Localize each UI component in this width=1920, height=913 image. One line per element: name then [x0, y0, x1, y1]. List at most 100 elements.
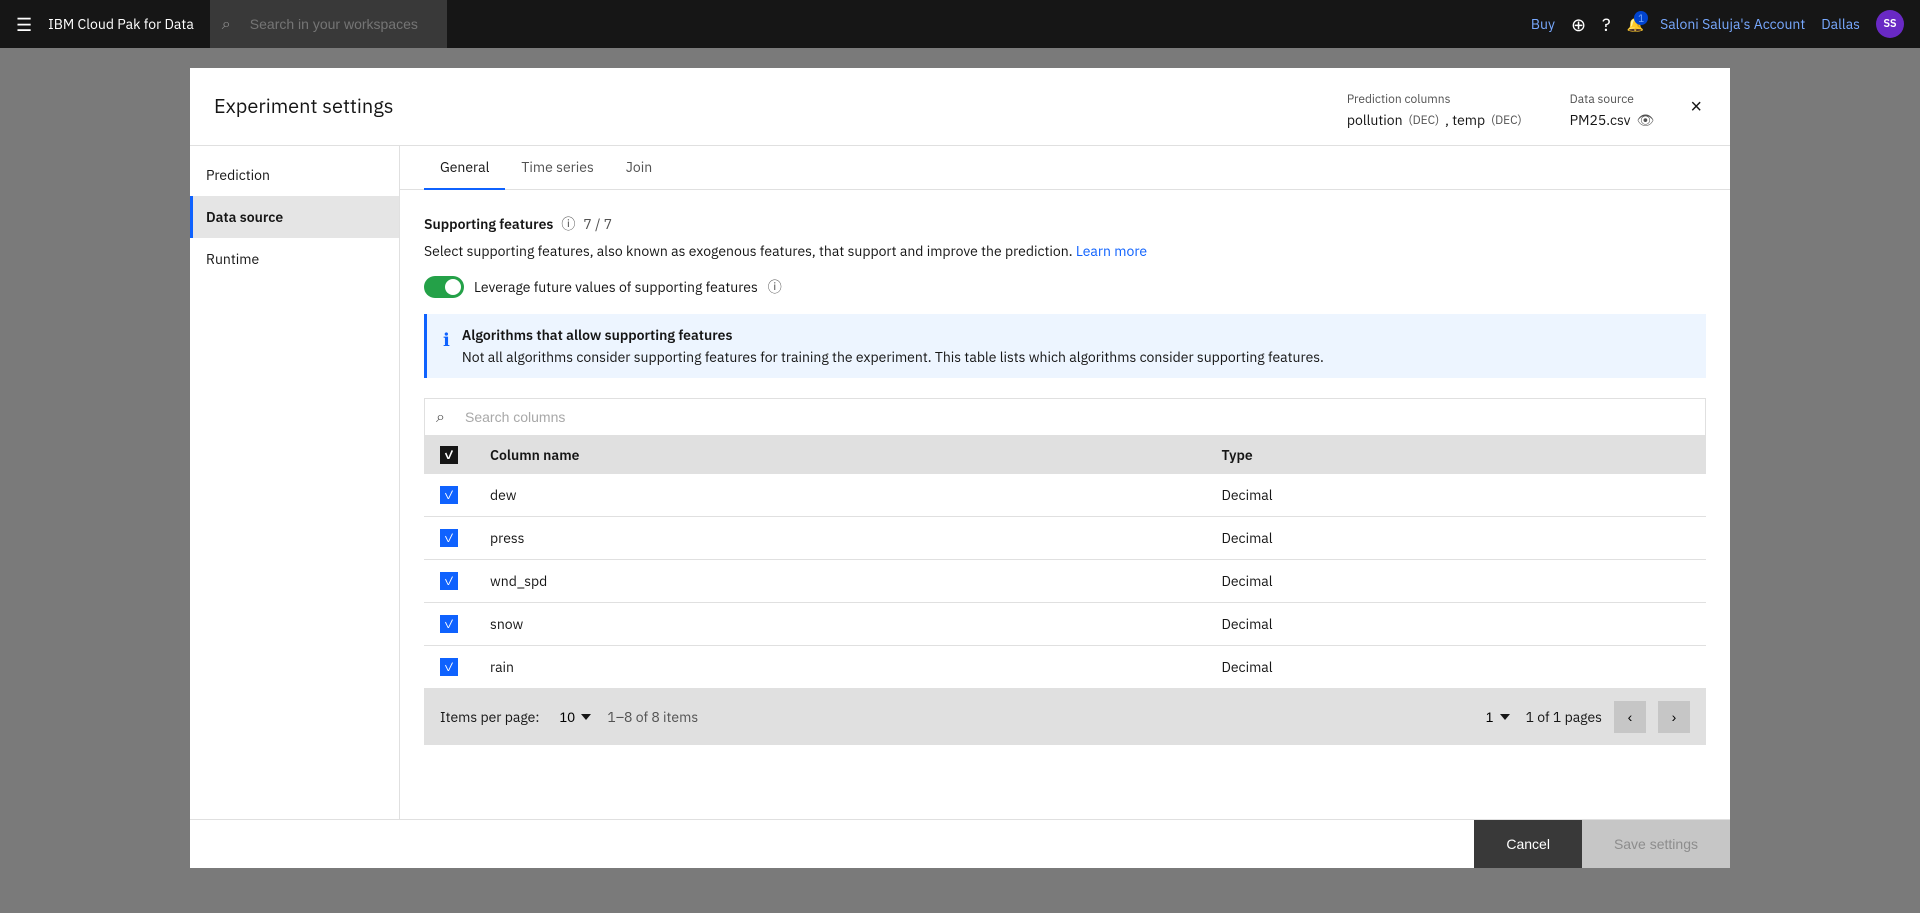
hamburger-menu[interactable]: ☰ — [16, 13, 32, 36]
row-check-4: ✓ — [444, 660, 455, 675]
items-per-page-label: Items per page: — [440, 708, 539, 726]
row-checkbox-4[interactable]: ✓ — [440, 658, 458, 676]
help-icon[interactable]: ? — [1602, 13, 1611, 36]
sidebar-item-data-source[interactable]: Data source — [190, 196, 399, 238]
table-header-select: ✓ — [424, 436, 474, 474]
close-button[interactable]: × — [1686, 92, 1706, 123]
select-all-checkbox[interactable]: ✓ — [440, 446, 458, 464]
pagination-range: 1–8 of 8 items — [607, 708, 1465, 726]
search-wrap: ⌕ — [210, 0, 810, 48]
sidebar-item-prediction[interactable]: Prediction — [190, 154, 399, 196]
dec-badge-1: (DEC) — [1409, 113, 1440, 128]
columns-table: ✓ Column name Type — [424, 436, 1706, 689]
table-row: ✓ snow Decimal — [424, 603, 1706, 646]
row-column-name: rain — [474, 646, 1205, 689]
row-check-3: ✓ — [444, 617, 455, 632]
toggle-knob — [445, 279, 461, 295]
toggle-wrap: Leverage future values of supporting fea… — [424, 276, 1706, 298]
sidebar-item-runtime[interactable]: Runtime — [190, 238, 399, 280]
info-box-icon: ℹ — [443, 328, 450, 366]
toggle-info-icon[interactable]: ⓘ — [768, 277, 782, 297]
table-row: ✓ press Decimal — [424, 517, 1706, 560]
experiment-settings-modal: Experiment settings Prediction columns p… — [190, 68, 1730, 868]
prediction-columns-label: Prediction columns — [1347, 92, 1522, 107]
tab-general[interactable]: General — [424, 146, 505, 190]
supporting-features-desc: Select supporting features, also known a… — [424, 242, 1706, 260]
row-checkbox-cell: ✓ — [424, 603, 474, 646]
data-source-meta: Data source PM25.csv 👁 — [1570, 92, 1655, 129]
table-header-row: ✓ Column name Type — [424, 436, 1706, 474]
row-column-name: snow — [474, 603, 1205, 646]
items-per-page-select[interactable]: 10 — [551, 705, 595, 729]
top-navigation: ☰ IBM Cloud Pak for Data ⌕ Buy ⊕ ? 🔔 1 S… — [0, 0, 1920, 48]
row-checkbox-0[interactable]: ✓ — [440, 486, 458, 504]
column-search-input[interactable] — [424, 398, 1706, 436]
prediction-columns-meta: Prediction columns pollution (DEC), temp… — [1347, 92, 1522, 129]
topnav-right: Buy ⊕ ? 🔔 1 Saloni Saluja's Account Dall… — [1531, 10, 1904, 38]
info-box-desc: Not all algorithms consider supporting f… — [462, 348, 1324, 366]
supporting-features-title: Supporting features — [424, 215, 553, 233]
buy-link[interactable]: Buy — [1531, 15, 1555, 33]
pagination: Items per page: 10 1–8 of 8 items 1 1 of… — [424, 689, 1706, 745]
row-column-name: dew — [474, 474, 1205, 517]
tab-join[interactable]: Join — [610, 146, 668, 190]
row-type: Decimal — [1205, 603, 1706, 646]
sidebar-runtime-label: Runtime — [206, 250, 259, 268]
info-box: ℹ Algorithms that allow supporting featu… — [424, 314, 1706, 378]
column-search-wrap: ⌕ — [424, 398, 1706, 436]
supporting-features-count: 7 / 7 — [583, 215, 612, 233]
cancel-button[interactable]: Cancel — [1474, 820, 1582, 868]
info-box-content: Algorithms that allow supporting feature… — [462, 326, 1324, 366]
row-checkbox-2[interactable]: ✓ — [440, 572, 458, 590]
data-source-label: Data source — [1570, 92, 1655, 107]
page-select[interactable]: 1 — [1478, 705, 1514, 729]
row-check-2: ✓ — [444, 574, 455, 589]
table-header-type: Type — [1205, 436, 1706, 474]
row-checkbox-1[interactable]: ✓ — [440, 529, 458, 547]
table-row: ✓ rain Decimal — [424, 646, 1706, 689]
table-row: ✓ dew Decimal — [424, 474, 1706, 517]
dec-badge-2: (DEC) — [1491, 113, 1522, 128]
modal-overlay: Experiment settings Prediction columns p… — [0, 48, 1920, 913]
select-all-check: ✓ — [444, 448, 455, 463]
prediction-columns-value: pollution (DEC), temp (DEC) — [1347, 111, 1522, 129]
supporting-features-header: Supporting features ⓘ 7 / 7 — [424, 214, 1706, 234]
row-checkbox-cell: ✓ — [424, 646, 474, 689]
info-box-title: Algorithms that allow supporting feature… — [462, 326, 1324, 344]
row-check-0: ✓ — [444, 488, 455, 503]
total-pages: 1 of 1 pages — [1526, 708, 1602, 726]
user-account[interactable]: Saloni Saluja's Account — [1660, 15, 1805, 33]
notification-badge: 1 — [1634, 11, 1648, 25]
modal-footer: Cancel Save settings — [190, 819, 1730, 868]
add-icon[interactable]: ⊕ — [1571, 13, 1586, 36]
learn-more-link[interactable]: Learn more — [1076, 242, 1147, 260]
modal-header-meta: Prediction columns pollution (DEC), temp… — [1347, 92, 1654, 129]
tab-time-series[interactable]: Time series — [505, 146, 609, 190]
prev-page-button[interactable]: ‹ — [1614, 701, 1646, 733]
tab-bar: General Time series Join — [400, 146, 1730, 190]
app-brand: IBM Cloud Pak for Data — [48, 15, 194, 33]
toggle-label: Leverage future values of supporting fea… — [474, 278, 758, 296]
leverage-future-values-toggle[interactable] — [424, 276, 464, 298]
search-icon: ⌕ — [222, 14, 231, 34]
row-type: Decimal — [1205, 517, 1706, 560]
row-type: Decimal — [1205, 646, 1706, 689]
region-selector[interactable]: Dallas — [1821, 15, 1860, 33]
row-checkbox-cell: ✓ — [424, 474, 474, 517]
modal-header: Experiment settings Prediction columns p… — [190, 68, 1730, 146]
row-checkbox-3[interactable]: ✓ — [440, 615, 458, 633]
eye-icon[interactable]: 👁 — [1637, 111, 1655, 129]
row-column-name: wnd_spd — [474, 560, 1205, 603]
row-type: Decimal — [1205, 474, 1706, 517]
sidebar-prediction-label: Prediction — [206, 166, 270, 184]
sidebar: Prediction Data source Runtime — [190, 146, 400, 819]
search-input[interactable] — [210, 0, 447, 48]
modal-title: Experiment settings — [214, 92, 1331, 119]
save-settings-button[interactable]: Save settings — [1582, 820, 1730, 868]
notification-bell[interactable]: 🔔 1 — [1627, 15, 1644, 33]
supporting-features-info-icon[interactable]: ⓘ — [561, 214, 575, 234]
avatar[interactable]: SS — [1876, 10, 1904, 38]
row-checkbox-cell: ✓ — [424, 560, 474, 603]
next-page-button[interactable]: › — [1658, 701, 1690, 733]
modal-body: Prediction Data source Runtime General — [190, 146, 1730, 819]
